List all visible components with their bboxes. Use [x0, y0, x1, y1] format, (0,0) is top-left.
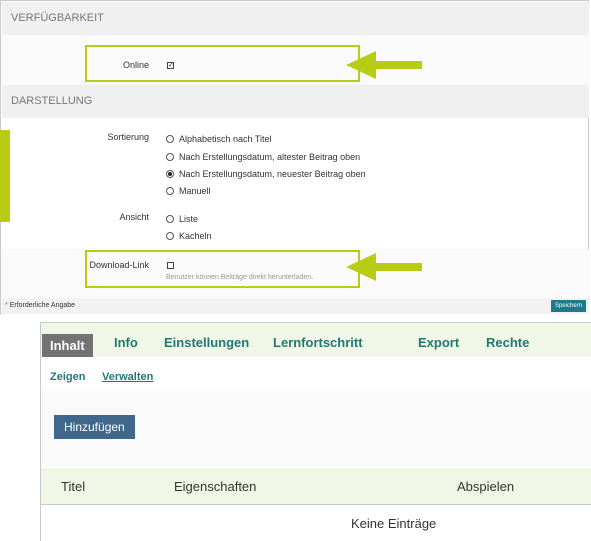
required-star: *	[5, 302, 8, 309]
sort-option-newest[interactable]: Nach Erstellungsdatum, neuester Beitrag …	[166, 169, 366, 179]
sort-option-alpha[interactable]: Alphabetisch nach Titel	[166, 134, 272, 144]
sort-option-manual[interactable]: Manuell	[166, 186, 211, 196]
radio-icon	[166, 215, 174, 223]
highlight-box-download	[85, 250, 360, 288]
accent-bar	[0, 130, 10, 222]
radio-selected-icon	[166, 170, 174, 178]
sort-option-label: Alphabetisch nach Titel	[179, 134, 272, 144]
required-note: Erforderliche Angabe	[9, 302, 76, 309]
view-option-list[interactable]: Liste	[166, 214, 198, 224]
section-header-display: DARSTELLUNG	[2, 85, 589, 118]
column-title[interactable]: Titel	[61, 479, 85, 494]
save-button[interactable]: Speichern	[550, 300, 586, 312]
tab-einstellungen[interactable]: Einstellungen	[164, 333, 249, 353]
content-panel: Inhalt Info Einstellungen Lernfortschrit…	[40, 322, 591, 541]
view-option-label: Kacheln	[179, 231, 212, 241]
highlight-box-online	[85, 45, 360, 82]
sort-option-label: Nach Erstellungsdatum, neuester Beitrag …	[179, 169, 366, 179]
tab-info[interactable]: Info	[114, 333, 138, 353]
subtab-zeigen[interactable]: Zeigen	[50, 371, 85, 383]
table-header: Titel Eigenschaften Abspielen	[41, 468, 591, 505]
subtab-verwalten[interactable]: Verwalten	[102, 371, 153, 383]
add-button[interactable]: Hinzufügen	[54, 415, 135, 439]
view-option-tiles[interactable]: Kacheln	[166, 231, 212, 241]
tab-lernfortschritt[interactable]: Lernfortschritt	[273, 333, 363, 353]
radio-icon	[166, 187, 174, 195]
arrow-left-icon	[346, 253, 422, 281]
form-footer: * Erforderliche Angabe Speichern	[2, 298, 589, 314]
arrow-left-icon	[346, 51, 422, 79]
sort-option-label: Manuell	[179, 186, 211, 196]
radio-icon	[166, 135, 174, 143]
empty-message: Keine Einträge	[351, 516, 437, 531]
column-properties[interactable]: Eigenschaften	[174, 479, 256, 494]
radio-icon	[166, 153, 174, 161]
section-header-availability: VERFÜGBARKEIT	[2, 2, 589, 35]
tab-inhalt[interactable]: Inhalt	[42, 334, 93, 357]
view-option-label: Liste	[179, 214, 199, 224]
column-play[interactable]: Abspielen	[457, 479, 514, 494]
tab-rechte[interactable]: Rechte	[486, 333, 529, 353]
sort-option-oldest[interactable]: Nach Erstellungsdatum, altester Beitrag …	[166, 152, 360, 162]
sort-label: Sortierung	[107, 132, 149, 142]
sort-option-label: Nach Erstellungsdatum, altester Beitrag …	[179, 152, 361, 162]
view-label: Ansicht	[119, 212, 149, 222]
tab-export[interactable]: Export	[418, 333, 459, 353]
settings-panel: VERFÜGBARKEIT Online ✓ DARSTELLUNG Sorti…	[0, 0, 589, 314]
radio-icon	[166, 232, 174, 240]
